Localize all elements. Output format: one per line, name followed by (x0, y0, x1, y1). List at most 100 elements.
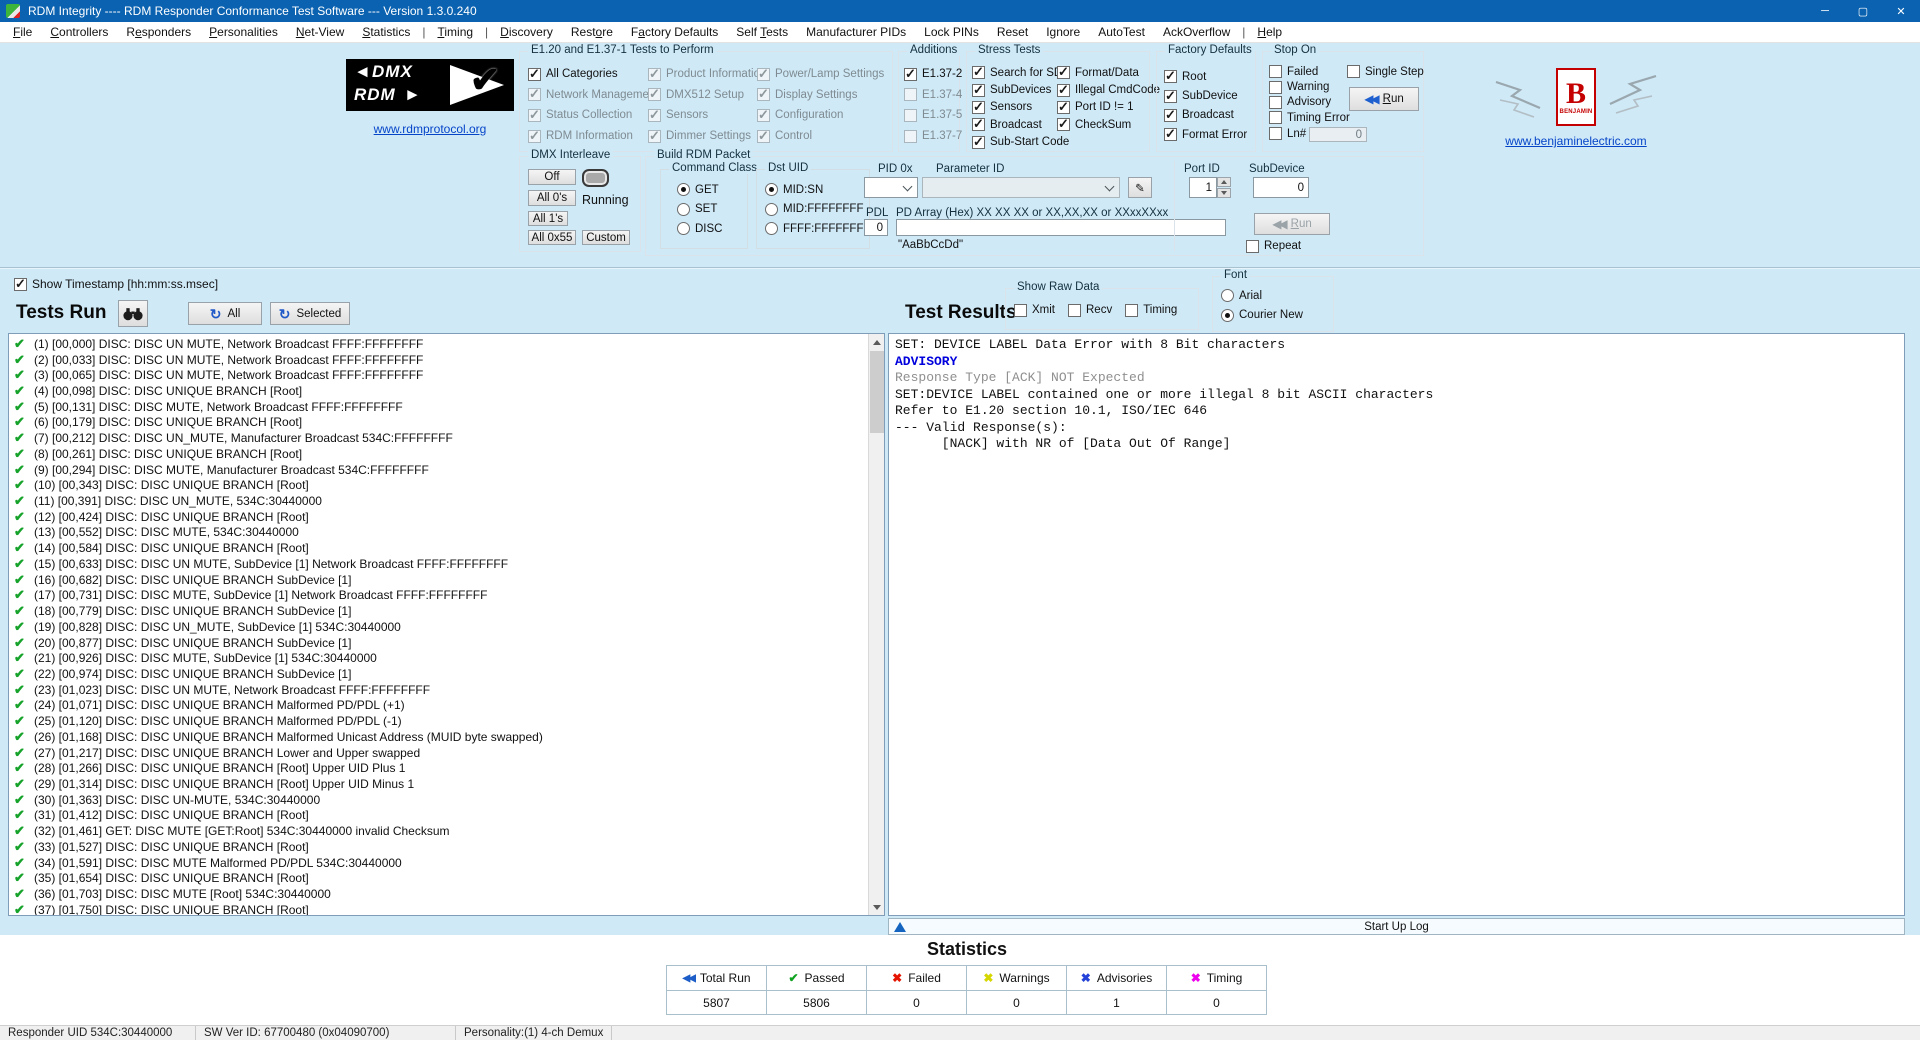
interleave-off-button[interactable]: Off (528, 169, 576, 185)
test-run-row[interactable]: ✔ (21) [00,926] DISC: DISC MUTE, SubDevi… (9, 650, 884, 666)
font-radio-row[interactable]: Arial (1221, 286, 1303, 306)
test-run-row[interactable]: ✔ (6) [00,179] DISC: DISC UNIQUE BRANCH … (9, 414, 884, 431)
scroll-up-icon[interactable] (869, 334, 884, 350)
category-checkbox-row[interactable]: Configuration (757, 105, 884, 126)
factory-checkbox-row[interactable]: Broadcast (1164, 106, 1247, 125)
stop-on-checkbox-row[interactable]: Timing Error (1269, 110, 1350, 125)
test-run-row[interactable]: ✔ (14) [00,584] DISC: DISC UNIQUE BRANCH… (9, 540, 884, 556)
dst-uid-radio-row[interactable]: MID:FFFFFFFF (765, 200, 871, 220)
menu-item[interactable]: Personalities (200, 22, 287, 43)
interleave-all55-button[interactable]: All 0x55 (528, 230, 576, 245)
test-run-row[interactable]: ✔ (22) [00,974] DISC: DISC UNIQUE BRANCH… (9, 666, 884, 682)
single-step-checkbox-row[interactable]: Single Step (1347, 64, 1424, 79)
interleave-custom-button[interactable]: Custom (582, 230, 630, 245)
test-run-row[interactable]: ✔ (13) [00,552] DISC: DISC MUTE, 534C:30… (9, 524, 884, 541)
test-run-row[interactable]: ✔ (28) [01,266] DISC: DISC UNIQUE BRANCH… (9, 760, 884, 776)
stress-checkbox-row[interactable]: Format/Data (1057, 64, 1160, 81)
menu-item[interactable]: Ignore (1037, 22, 1089, 43)
command-class-radio-row[interactable]: GET (677, 180, 722, 200)
menu-item[interactable]: Reset (988, 22, 1037, 43)
menu-item[interactable]: AutoTest (1089, 22, 1154, 43)
test-run-row[interactable]: ✔ (25) [01,120] DISC: DISC UNIQUE BRANCH… (9, 713, 884, 729)
interleave-all0-button[interactable]: All 0's (528, 190, 576, 206)
test-run-row[interactable]: ✔ (3) [00,065] DISC: DISC UN MUTE, Netwo… (9, 367, 884, 383)
font-radio-row[interactable]: Courier New (1221, 306, 1303, 326)
test-run-row[interactable]: ✔ (8) [00,261] DISC: DISC UNIQUE BRANCH … (9, 446, 884, 462)
stress-checkbox-row[interactable]: Port ID != 1 (1057, 99, 1160, 116)
stress-checkbox-row[interactable]: CheckSum (1057, 116, 1160, 133)
raw-data-checkbox-row[interactable]: Timing (1125, 301, 1177, 319)
interleave-all1-button[interactable]: All 1's (528, 211, 568, 226)
dst-uid-radio-row[interactable]: FFFF:FFFFFFFF (765, 219, 871, 239)
tests-list-scrollbar[interactable] (868, 334, 884, 915)
stress-checkbox-row[interactable]: Sub-Start Code (972, 134, 1069, 151)
edit-pd-button[interactable]: ✎ (1128, 177, 1152, 198)
category-checkbox-row[interactable]: RDM Information (528, 126, 659, 147)
category-checkbox-row[interactable]: Control (757, 126, 884, 147)
pdl-field[interactable]: 0 (864, 219, 888, 236)
factory-checkbox-row[interactable]: Format Error (1164, 125, 1247, 144)
test-run-row[interactable]: ✔ (33) [01,527] DISC: DISC UNIQUE BRANCH… (9, 839, 884, 855)
command-class-radio-row[interactable]: DISC (677, 219, 722, 239)
menu-item[interactable]: Controllers (41, 22, 117, 43)
test-run-row[interactable]: ✔ (34) [01,591] DISC: DISC MUTE Malforme… (9, 855, 884, 871)
test-run-row[interactable]: ✔ (35) [01,654] DISC: DISC UNIQUE BRANCH… (9, 870, 884, 886)
test-run-row[interactable]: ✔ (17) [00,731] DISC: DISC MUTE, SubDevi… (9, 587, 884, 604)
stop-on-ln-checkbox-row[interactable]: Ln# (1269, 126, 1306, 141)
test-run-row[interactable]: ✔ (32) [01,461] GET: DISC MUTE [GET:Root… (9, 823, 884, 839)
dst-uid-radio-row[interactable]: MID:SN (765, 180, 871, 200)
menu-item[interactable]: Manufacturer PIDs (797, 22, 915, 43)
test-run-row[interactable]: ✔ (24) [01,071] DISC: DISC UNIQUE BRANCH… (9, 697, 884, 714)
category-checkbox-row[interactable]: Sensors (648, 105, 766, 126)
spin-up-icon[interactable] (1217, 177, 1231, 187)
addition-checkbox-row[interactable]: E1.37-7 (904, 126, 962, 147)
show-timestamp-checkbox-row[interactable]: Show Timestamp [hh:mm:ss.msec] (14, 276, 218, 292)
menu-item[interactable]: AckOverflow (1154, 22, 1239, 43)
startup-log-bar[interactable]: Start Up Log (888, 918, 1905, 935)
menu-item[interactable]: File (4, 22, 41, 43)
test-run-row[interactable]: ✔ (27) [01,217] DISC: DISC UNIQUE BRANCH… (9, 745, 884, 761)
stress-checkbox-row[interactable]: Broadcast (972, 116, 1069, 133)
category-checkbox-row[interactable]: DMX512 Setup (648, 85, 766, 106)
factory-checkbox-row[interactable]: SubDevice (1164, 86, 1247, 105)
test-run-row[interactable]: ✔ (19) [00,828] DISC: DISC UN_MUTE, SubD… (9, 619, 884, 635)
raw-data-checkbox-row[interactable]: Recv (1068, 301, 1112, 319)
test-run-row[interactable]: ✔ (37) [01,750] DISC: DISC UNIQUE BRANCH… (9, 902, 884, 915)
test-run-row[interactable]: ✔ (20) [00,877] DISC: DISC UNIQUE BRANCH… (9, 635, 884, 651)
category-checkbox-row[interactable]: Status Collection (528, 105, 659, 126)
test-run-row[interactable]: ✔ (15) [00,633] DISC: DISC UN MUTE, SubD… (9, 556, 884, 572)
test-run-row[interactable]: ✔ (2) [00,033] DISC: DISC UN MUTE, Netwo… (9, 352, 884, 368)
menu-item[interactable]: Net-View (287, 22, 353, 43)
rerun-selected-button[interactable]: ↻ Selected (270, 302, 350, 325)
test-run-row[interactable]: ✔ (26) [01,168] DISC: DISC UNIQUE BRANCH… (9, 729, 884, 745)
category-checkbox-row[interactable]: Power/Lamp Settings (757, 64, 884, 85)
port-id-value[interactable]: 1 (1189, 177, 1217, 198)
test-run-row[interactable]: ✔ (9) [00,294] DISC: DISC MUTE, Manufact… (9, 462, 884, 478)
test-run-row[interactable]: ✔ (5) [00,131] DISC: DISC MUTE, Network … (9, 399, 884, 415)
test-run-row[interactable]: ✔ (7) [00,212] DISC: DISC UN_MUTE, Manuf… (9, 430, 884, 446)
test-run-row[interactable]: ✔ (36) [01,703] DISC: DISC MUTE [Root] 5… (9, 886, 884, 902)
pid-combo[interactable] (864, 177, 918, 198)
raw-data-checkbox-row[interactable]: Xmit (1014, 301, 1055, 319)
menu-item[interactable]: Restore (562, 22, 622, 43)
test-run-row[interactable]: ✔ (18) [00,779] DISC: DISC UNIQUE BRANCH… (9, 603, 884, 619)
test-run-row[interactable]: ✔ (11) [00,391] DISC: DISC UN_MUTE, 534C… (9, 493, 884, 509)
addition-checkbox-row[interactable]: E1.37-5 (904, 105, 962, 126)
addition-checkbox-row[interactable]: E1.37-2 (904, 64, 962, 85)
command-class-radio-row[interactable]: SET (677, 200, 722, 220)
parameter-id-combo[interactable] (922, 177, 1120, 198)
scroll-down-icon[interactable] (869, 899, 884, 915)
rdmprotocol-link[interactable]: www.rdmprotocol.org (346, 122, 514, 136)
scrollbar-thumb[interactable] (870, 351, 884, 433)
category-checkbox-row[interactable]: Dimmer Settings (648, 126, 766, 147)
close-button-icon[interactable]: ✕ (1882, 0, 1920, 22)
stop-on-checkbox-row[interactable]: Advisory (1269, 95, 1350, 110)
test-run-row[interactable]: ✔ (23) [01,023] DISC: DISC UN MUTE, Netw… (9, 682, 884, 698)
test-run-row[interactable]: ✔ (1) [00,000] DISC: DISC UN MUTE, Netwo… (9, 336, 884, 352)
minimize-button-icon[interactable]: ─ (1806, 0, 1844, 22)
stop-on-checkbox-row[interactable]: Failed (1269, 64, 1350, 79)
test-run-row[interactable]: ✔ (10) [00,343] DISC: DISC UNIQUE BRANCH… (9, 477, 884, 493)
stress-checkbox-row[interactable]: Illegal CmdCode (1057, 81, 1160, 98)
category-checkbox-row[interactable]: Display Settings (757, 85, 884, 106)
menu-item[interactable]: Responders (117, 22, 200, 43)
